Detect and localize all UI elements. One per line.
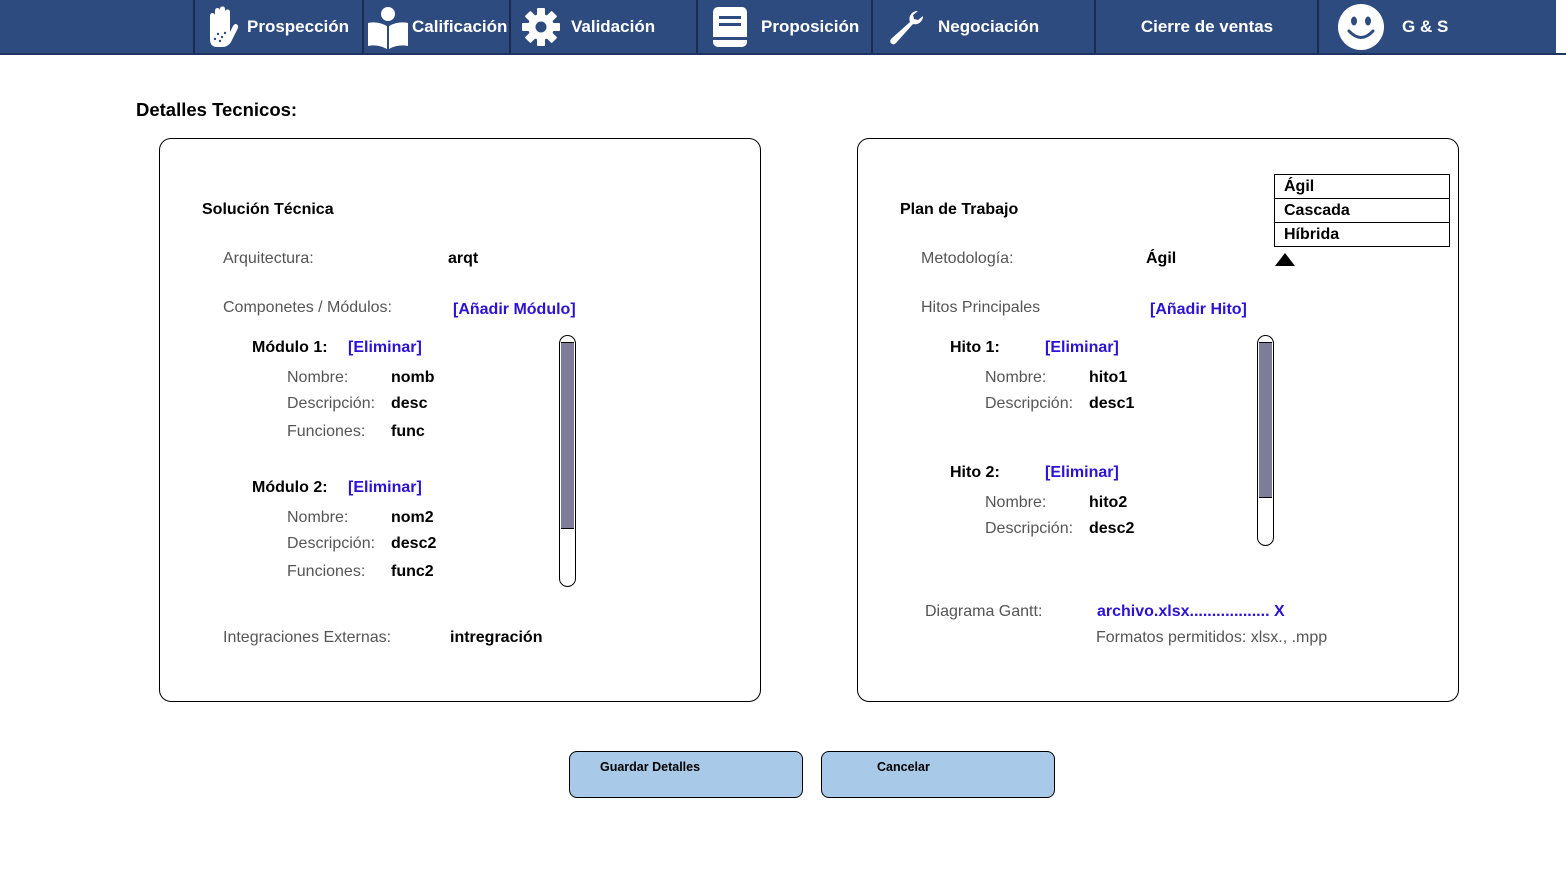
plan-de-trabajo-title: Plan de Trabajo bbox=[900, 201, 1019, 218]
delete-module-link[interactable]: [Eliminar] bbox=[348, 479, 422, 497]
gantt-formats-note: Formatos permitidos: xlsx., .mpp bbox=[1096, 629, 1328, 646]
module-func-value[interactable]: func2 bbox=[391, 563, 434, 581]
hito-desc-label: Descripción: bbox=[985, 520, 1074, 537]
wrench-icon bbox=[873, 9, 938, 45]
solucion-tecnica-panel bbox=[159, 138, 761, 702]
hitos-scrollbar-thumb[interactable] bbox=[1259, 342, 1272, 498]
top-nav: Prospección Calificación Validación Prop… bbox=[0, 0, 1566, 55]
metodologia-value[interactable]: Ágil bbox=[1146, 250, 1176, 268]
hitos-label: Hitos Principales bbox=[921, 299, 1041, 316]
hito-title: Hito 1: bbox=[950, 339, 1000, 356]
module-nombre-label: Nombre: bbox=[287, 369, 349, 386]
module-desc-value[interactable]: desc bbox=[391, 395, 427, 413]
module-desc-value[interactable]: desc2 bbox=[391, 535, 436, 553]
add-hito-link[interactable]: [Añadir Hito] bbox=[1150, 301, 1247, 319]
delete-hito-link[interactable]: [Eliminar] bbox=[1045, 464, 1119, 482]
delete-hito-link[interactable]: [Eliminar] bbox=[1045, 339, 1119, 357]
nav-item-prospeccion[interactable]: Prospección bbox=[195, 0, 362, 53]
componentes-label: Componetes / Módulos: bbox=[223, 299, 392, 316]
module-nombre-label: Nombre: bbox=[287, 509, 349, 526]
hito-desc-value[interactable]: desc1 bbox=[1089, 395, 1134, 413]
module-title: Módulo 2: bbox=[252, 479, 328, 496]
metodologia-dropdown[interactable]: Ágil Cascada Híbrida bbox=[1274, 174, 1450, 247]
solucion-tecnica-title: Solución Técnica bbox=[202, 201, 334, 218]
arquitectura-label: Arquitectura: bbox=[223, 250, 314, 267]
nav-label: Cierre de ventas bbox=[1140, 16, 1274, 36]
nav-label: Negociación bbox=[938, 16, 1040, 36]
cancel-label: Cancelar bbox=[877, 760, 930, 774]
reader-icon bbox=[364, 5, 412, 49]
page-title: Detalles Tecnicos: bbox=[136, 99, 298, 120]
integraciones-label: Integraciones Externas: bbox=[223, 629, 392, 646]
document-icon bbox=[698, 6, 761, 48]
hito-nombre-label: Nombre: bbox=[985, 369, 1047, 386]
nav-label: Proposición bbox=[761, 16, 860, 36]
hito-desc-value[interactable]: desc2 bbox=[1089, 520, 1134, 538]
save-details-label: Guardar Detalles bbox=[600, 760, 701, 774]
module-desc-label: Descripción: bbox=[287, 395, 376, 412]
metodologia-label: Metodología: bbox=[921, 250, 1014, 267]
nav-item-negociacion[interactable]: Negociación bbox=[873, 0, 1094, 53]
smiley-icon bbox=[1319, 3, 1402, 50]
nav-label: Prospección bbox=[247, 16, 350, 36]
metodologia-option[interactable]: Cascada bbox=[1274, 198, 1450, 223]
hito-nombre-value[interactable]: hito1 bbox=[1089, 369, 1127, 387]
integraciones-value[interactable]: intregración bbox=[450, 629, 542, 647]
hand-icon bbox=[195, 6, 247, 48]
hito-desc-label: Descripción: bbox=[985, 395, 1074, 412]
nav-item-calificacion[interactable]: Calificación bbox=[364, 0, 509, 53]
module-func-value[interactable]: func bbox=[391, 423, 425, 441]
nav-item-validacion[interactable]: Validación bbox=[511, 0, 696, 53]
arquitectura-value[interactable]: arqt bbox=[448, 250, 478, 268]
nav-item-user[interactable]: G & S bbox=[1319, 0, 1556, 53]
user-name: G & S bbox=[1402, 16, 1449, 36]
gear-icon bbox=[511, 7, 571, 47]
nav-edge bbox=[1556, 0, 1566, 53]
module-desc-label: Descripción: bbox=[287, 535, 376, 552]
module-func-label: Funciones: bbox=[287, 423, 366, 440]
add-module-link[interactable]: [Añadir Módulo] bbox=[453, 301, 576, 319]
hito-nombre-label: Nombre: bbox=[985, 494, 1047, 511]
metodologia-option[interactable]: Ágil bbox=[1274, 174, 1450, 199]
delete-module-link[interactable]: [Eliminar] bbox=[348, 339, 422, 357]
hitos-scrollbar[interactable] bbox=[1257, 335, 1274, 546]
modules-scrollbar[interactable] bbox=[559, 335, 576, 587]
module-title: Módulo 1: bbox=[252, 339, 328, 356]
nav-label: Validación bbox=[571, 16, 656, 36]
modules-scrollbar-thumb[interactable] bbox=[561, 342, 574, 529]
hito-nombre-value[interactable]: hito2 bbox=[1089, 494, 1127, 512]
gantt-file-link[interactable]: archivo.xlsx.................. X bbox=[1097, 603, 1285, 621]
module-func-label: Funciones: bbox=[287, 563, 366, 580]
gantt-label: Diagrama Gantt: bbox=[925, 603, 1043, 620]
nav-item-cierre-de-ventas[interactable]: Cierre de ventas bbox=[1096, 0, 1318, 53]
module-nombre-value[interactable]: nom2 bbox=[391, 509, 434, 527]
nav-label: Calificación bbox=[412, 16, 508, 36]
dropdown-toggle-icon[interactable] bbox=[1274, 252, 1296, 272]
hito-title: Hito 2: bbox=[950, 464, 1000, 481]
nav-item-proposicion[interactable]: Proposición bbox=[698, 0, 871, 53]
module-nombre-value[interactable]: nomb bbox=[391, 369, 435, 387]
metodologia-option[interactable]: Híbrida bbox=[1274, 222, 1450, 247]
cancel-button[interactable]: Cancelar bbox=[821, 751, 1055, 798]
save-details-button[interactable]: Guardar Detalles bbox=[569, 751, 803, 798]
